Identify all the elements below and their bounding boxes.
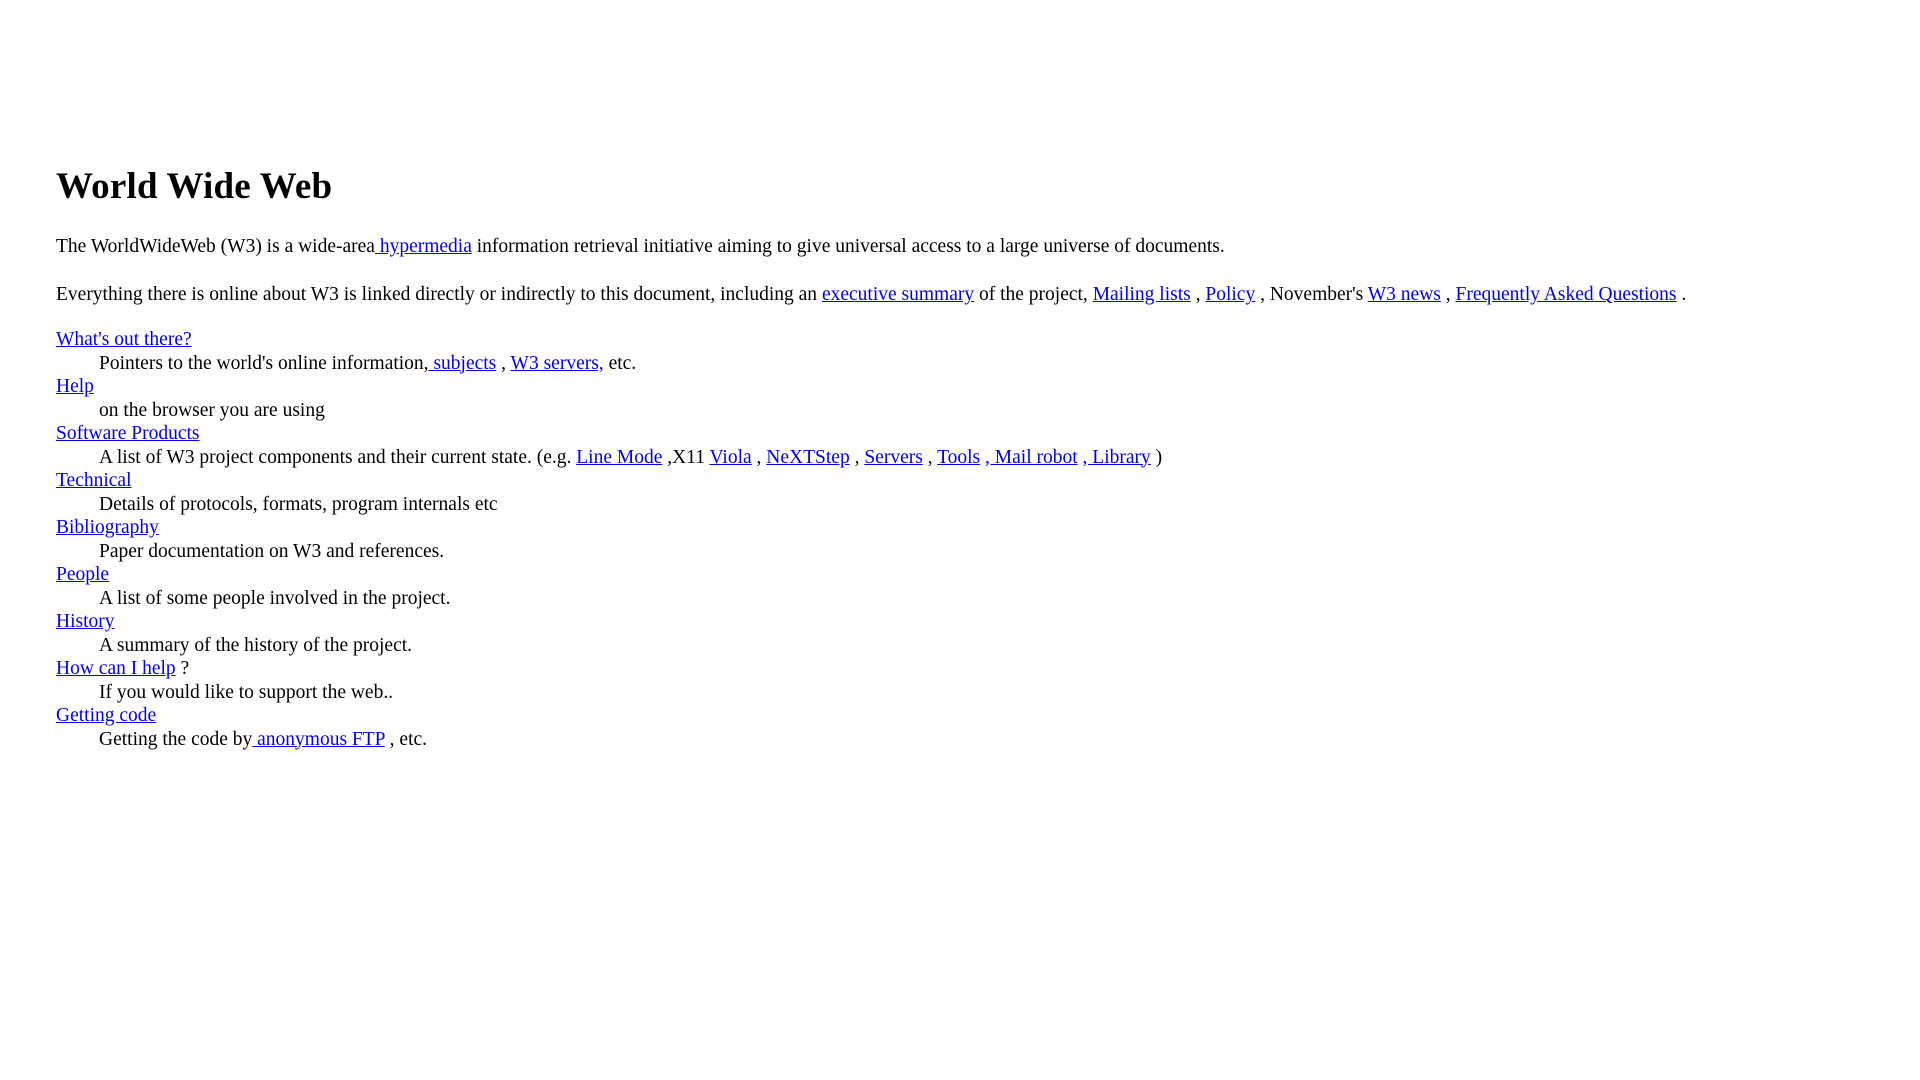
link-w3-news[interactable]: W3 news bbox=[1368, 284, 1441, 305]
definition-text: , bbox=[751, 446, 767, 468]
definition-term: People bbox=[56, 565, 1866, 589]
intro-text-1a: The WorldWideWeb (W3) is a wide-area bbox=[56, 235, 375, 257]
definition-text: , bbox=[496, 352, 511, 374]
definition-text: A list of W3 project components and thei… bbox=[99, 446, 577, 468]
definition-term: Getting code bbox=[56, 706, 1866, 730]
definition-description: If you would like to support the web.. bbox=[99, 681, 1866, 707]
link-subjects[interactable]: subjects bbox=[429, 353, 496, 374]
definition-term: Technical bbox=[56, 471, 1866, 495]
definition-text: , bbox=[922, 446, 938, 468]
link-line-mode[interactable]: Line Mode bbox=[576, 447, 662, 468]
definition-text: , etc. bbox=[384, 728, 428, 750]
definition-description: Details of protocols, formats, program i… bbox=[99, 493, 1866, 519]
definition-description: A list of some people involved in the pr… bbox=[99, 587, 1866, 613]
definition-term: Help bbox=[56, 377, 1866, 401]
intro-text-2c: , bbox=[1190, 284, 1206, 306]
intro-text-2d: , November's bbox=[1255, 284, 1368, 306]
link-people[interactable]: People bbox=[56, 564, 109, 585]
definition-description: Getting the code by anonymous FTP , etc. bbox=[99, 728, 1866, 754]
definition-term: How can I help ? bbox=[56, 659, 1866, 683]
page-title: World Wide Web bbox=[56, 166, 333, 207]
link-mail-robot[interactable]: , Mail robot bbox=[985, 447, 1078, 468]
definition-description: Paper documentation on W3 and references… bbox=[99, 540, 1866, 566]
link-technical[interactable]: Technical bbox=[56, 470, 132, 491]
definition-text: Getting the code by bbox=[99, 728, 253, 750]
intro-text-2a: Everything there is online about W3 is l… bbox=[56, 284, 822, 306]
definition-text: on the browser you are using bbox=[99, 399, 325, 421]
link-anonymous-ftp[interactable]: anonymous FTP bbox=[252, 729, 385, 750]
intro-text-2f: . bbox=[1676, 284, 1687, 306]
definition-description: A summary of the history of the project. bbox=[99, 634, 1866, 660]
link-bibliography[interactable]: Bibliography bbox=[56, 517, 159, 538]
page-canvas: World Wide Web The WorldWideWeb (W3) is … bbox=[0, 0, 1920, 1080]
definition-description: on the browser you are using bbox=[99, 399, 1866, 425]
link-servers[interactable]: Servers bbox=[864, 447, 922, 468]
definition-term: What's out there? bbox=[56, 330, 1866, 354]
link-mailing-lists[interactable]: Mailing lists bbox=[1093, 284, 1191, 305]
link-help[interactable]: Help bbox=[56, 376, 94, 397]
definition-term: History bbox=[56, 612, 1866, 636]
definition-text: A summary of the history of the project. bbox=[99, 634, 413, 656]
definition-text: ,X11 bbox=[662, 446, 710, 468]
link-software-products[interactable]: Software Products bbox=[56, 423, 200, 444]
intro-text-1b: information retrieval initiative aiming … bbox=[471, 235, 1225, 257]
definition-description: A list of W3 project components and thei… bbox=[99, 446, 1866, 472]
link-frequently-asked-questions[interactable]: Frequently Asked Questions bbox=[1456, 284, 1677, 305]
definition-description: Pointers to the world's online informati… bbox=[99, 352, 1866, 378]
link-getting-code[interactable]: Getting code bbox=[56, 705, 156, 726]
definition-term: Software Products bbox=[56, 424, 1866, 448]
link-library[interactable]: , Library bbox=[1083, 447, 1151, 468]
definition-text: Pointers to the world's online informati… bbox=[99, 352, 429, 374]
intro-text-2e: , bbox=[1440, 284, 1456, 306]
definition-term-suffix: ? bbox=[175, 658, 190, 680]
link-nextstep[interactable]: NeXTStep bbox=[766, 447, 849, 468]
document-body: World Wide Web The WorldWideWeb (W3) is … bbox=[56, 166, 1866, 753]
definition-list: What's out there? Pointers to the world's… bbox=[56, 330, 1866, 753]
intro-paragraph-1: The WorldWideWeb (W3) is a wide-area hyp… bbox=[56, 236, 1866, 259]
definition-text: etc. bbox=[603, 352, 637, 374]
link-executive-summary[interactable]: executive summary bbox=[822, 284, 974, 305]
definition-text: A list of some people involved in the pr… bbox=[99, 587, 451, 609]
intro-paragraph-2: Everything there is online about W3 is l… bbox=[56, 284, 1866, 307]
link-w3-servers[interactable]: W3 servers, bbox=[511, 353, 604, 374]
intro-text-2b: of the project, bbox=[974, 284, 1093, 306]
definition-text: ) bbox=[1150, 446, 1163, 468]
link-hypermedia[interactable]: hypermedia bbox=[375, 236, 472, 257]
definition-term: Bibliography bbox=[56, 518, 1866, 542]
link-tools[interactable]: Tools bbox=[937, 447, 980, 468]
definition-text: , bbox=[849, 446, 865, 468]
link-viola[interactable]: Viola bbox=[710, 447, 752, 468]
link-history[interactable]: History bbox=[56, 611, 115, 632]
definition-text: Details of protocols, formats, program i… bbox=[99, 493, 498, 515]
link-what-s-out-there[interactable]: What's out there? bbox=[56, 329, 192, 350]
link-policy[interactable]: Policy bbox=[1205, 284, 1255, 305]
definition-text: If you would like to support the web.. bbox=[99, 681, 394, 703]
link-how-can-i-help[interactable]: How can I help bbox=[56, 658, 176, 679]
definition-text: Paper documentation on W3 and references… bbox=[99, 540, 445, 562]
